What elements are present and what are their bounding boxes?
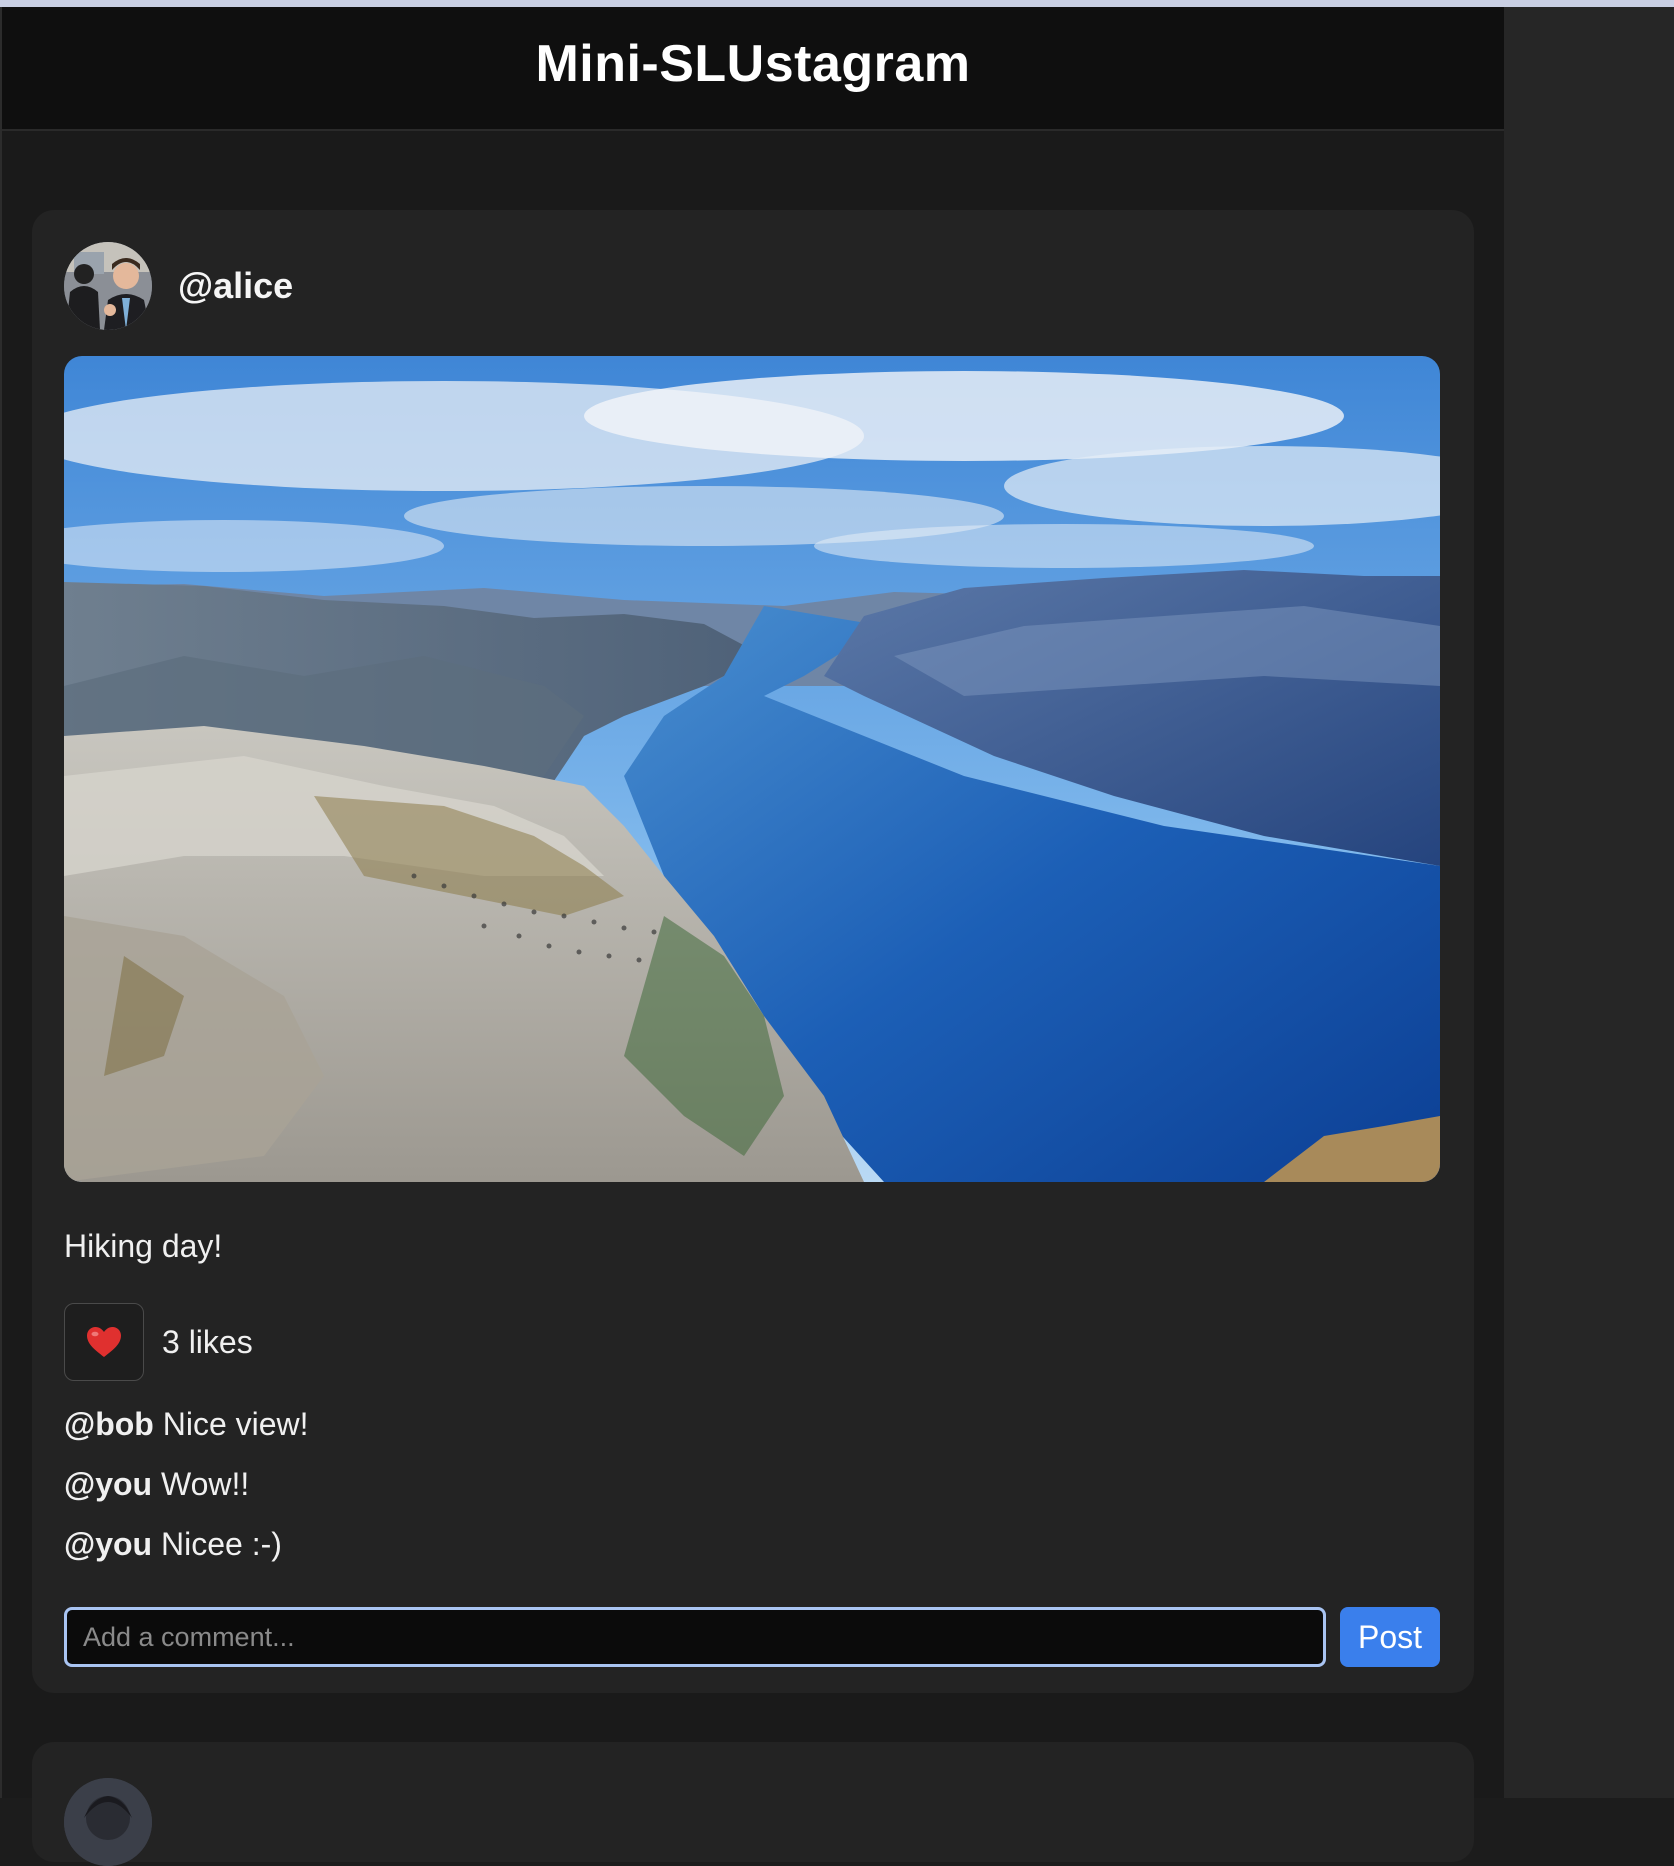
like-button[interactable] xyxy=(64,1303,144,1381)
user-avatar-photo-icon xyxy=(64,1778,152,1866)
browser-top-strip xyxy=(0,0,1674,7)
user-avatar[interactable] xyxy=(64,1778,152,1866)
comment-text: Wow!! xyxy=(160,1466,250,1502)
comment-author[interactable]: @you xyxy=(64,1526,152,1562)
comment-item: @you Nicee :-) xyxy=(64,1525,309,1585)
comment-input[interactable] xyxy=(64,1607,1326,1667)
app-title: Mini-SLUstagram xyxy=(535,35,971,93)
comment-list: @bob Nice view! @you Wow!! @you Nicee :-… xyxy=(64,1405,309,1585)
post-comment-button[interactable]: Post xyxy=(1340,1607,1440,1667)
user-avatar-photo-icon xyxy=(64,242,152,330)
comment-author[interactable]: @bob xyxy=(64,1406,154,1442)
user-avatar[interactable] xyxy=(64,242,152,330)
post-card: @alice Hiking day! 3 likes @bob Nice vie… xyxy=(32,210,1474,1693)
post-header: @alice xyxy=(64,242,293,330)
comment-form: Post xyxy=(64,1606,1440,1668)
app-header: Mini-SLUstagram xyxy=(2,7,1504,131)
side-panel xyxy=(1504,7,1674,1798)
heart-icon xyxy=(87,1327,121,1357)
comment-text: Nicee :-) xyxy=(160,1526,282,1562)
like-row: 3 likes xyxy=(64,1303,253,1381)
post-photo xyxy=(64,356,1440,1182)
comment-item: @you Wow!! xyxy=(64,1465,309,1525)
post-username[interactable]: @alice xyxy=(178,265,293,307)
comment-text: Nice view! xyxy=(162,1406,309,1442)
post-caption: Hiking day! xyxy=(64,1228,223,1264)
comment-author[interactable]: @you xyxy=(64,1466,152,1502)
likes-count: 3 likes xyxy=(162,1323,253,1360)
post-card xyxy=(32,1742,1474,1866)
app-container: Mini-SLUstagram @alice Hiking day! 3 lik… xyxy=(0,7,1504,1866)
fjord-landscape-photo-icon xyxy=(64,356,1440,1182)
comment-item: @bob Nice view! xyxy=(64,1405,309,1465)
